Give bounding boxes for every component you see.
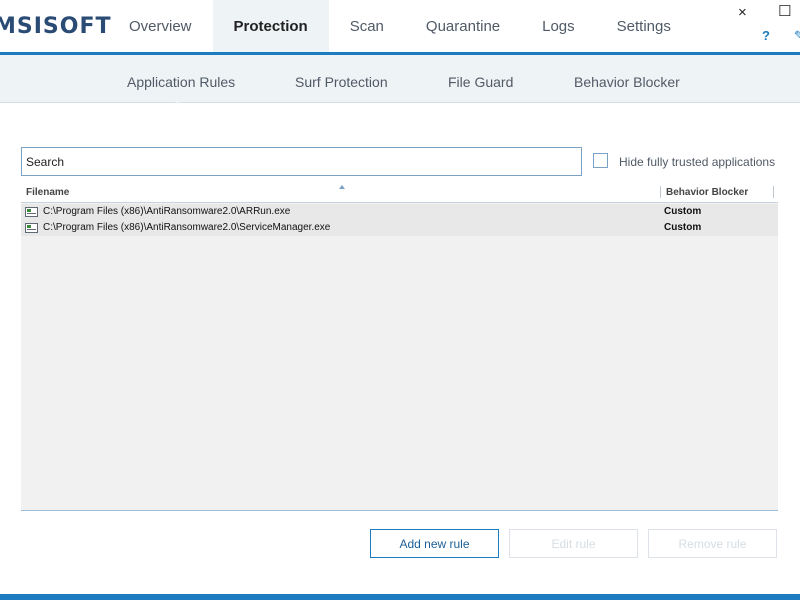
app-logo: MSISOFT [0,14,112,39]
help-icon[interactable]: ? [762,28,770,43]
column-header-behavior-blocker[interactable]: Behavior Blocker [666,187,748,198]
subtab-surf-protection[interactable]: Surf Protection [295,74,388,90]
options-icon[interactable]: ✎ [794,28,800,44]
active-subtab-caret [170,97,184,104]
row-behavior-blocker: Custom [664,222,702,233]
add-new-rule-button[interactable]: Add new rule [370,529,499,558]
subtab-file-guard[interactable]: File Guard [448,74,513,90]
column-header-filename[interactable]: Filename [26,187,69,198]
table-header: Filename Behavior Blocker [21,181,778,203]
rules-table: Filename Behavior Blocker C:\Program Fil… [21,181,778,511]
column-separator[interactable] [660,186,661,198]
table-row[interactable]: C:\Program Files (x86)\AntiRansomware2.0… [21,204,778,220]
row-behavior-blocker: Custom [664,206,702,217]
main-tabs: Overview Protection Scan Quarantine Logs… [108,0,692,52]
column-separator[interactable] [773,186,774,198]
application-icon [25,207,38,217]
subtab-application-rules[interactable]: Application Rules [127,74,235,90]
sort-ascending-icon [339,185,345,189]
remove-rule-button[interactable]: Remove rule [648,529,777,558]
row-filename: C:\Program Files (x86)\AntiRansomware2.0… [43,206,291,217]
bottom-accent-line [0,594,800,600]
minimize-icon[interactable]: × [738,4,747,21]
row-filename: C:\Program Files (x86)\AntiRansomware2.0… [43,222,331,233]
maximize-icon[interactable]: ☐ [778,2,791,20]
hide-trusted-checkbox[interactable] [593,153,608,168]
tab-scan[interactable]: Scan [329,0,405,52]
sub-tabs: Application Rules Surf Protection File G… [0,55,800,103]
hide-trusted-label[interactable]: Hide fully trusted applications [619,155,775,169]
tab-overview[interactable]: Overview [108,0,213,52]
tab-quarantine[interactable]: Quarantine [405,0,521,52]
tab-settings[interactable]: Settings [596,0,692,52]
application-icon [25,223,38,233]
edit-rule-button[interactable]: Edit rule [509,529,638,558]
tab-protection[interactable]: Protection [212,0,329,52]
search-input[interactable] [21,147,582,176]
tab-logs[interactable]: Logs [521,0,596,52]
table-row[interactable]: C:\Program Files (x86)\AntiRansomware2.0… [21,220,778,236]
subtab-behavior-blocker[interactable]: Behavior Blocker [574,74,680,90]
top-bar: MSISOFT Overview Protection Scan Quarant… [0,0,800,52]
